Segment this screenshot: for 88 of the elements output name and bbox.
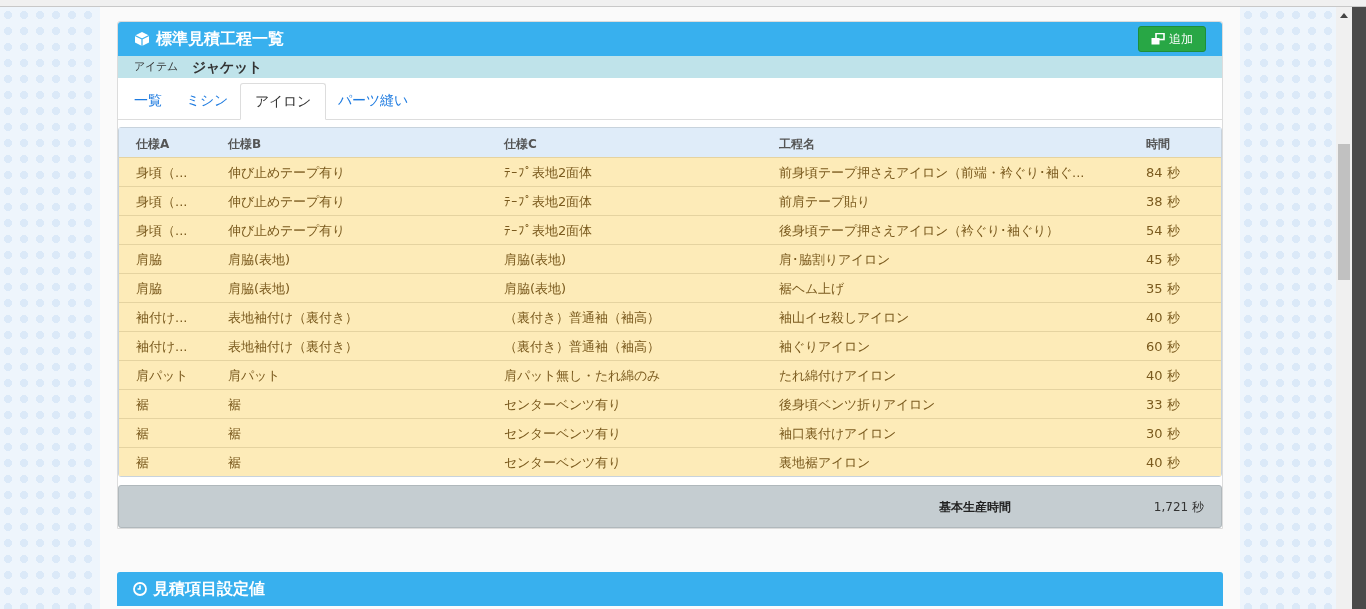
table-cell: 40 秒 [1146,455,1180,470]
table-cell: 伸び止めテープ有り [228,194,345,209]
item-label: アイテム [134,58,178,75]
table-cell: 袖山イセ殺しアイロン [779,310,909,325]
table-cell: センターベンツ有り [504,426,621,441]
table-row[interactable]: 肩脇 肩脇(表地) 肩脇(表地) 裾ヘム上げ 35 秒 [119,273,1221,302]
column-header: 工程名 [779,136,815,151]
table-row[interactable]: 裾 裾 センターベンツ有り 袖口裏付けアイロン 30 秒 [119,418,1221,447]
table-cell: 袖付け... [136,310,188,325]
column-header: 仕様C [504,136,537,151]
column-header: 時間 [1146,136,1170,151]
table-cell: 45 秒 [1146,252,1180,267]
table-row[interactable]: 裾 裾 センターベンツ有り 裏地裾アイロン 40 秒 [119,447,1221,476]
table-cell: 30 秒 [1146,426,1180,441]
table-cell: （裏付き）普通袖（袖高） [504,310,660,325]
table-cell: 後身頃テープ押さえアイロン（衿ぐり･袖ぐり） [779,223,1059,238]
table-cell: 40 秒 [1146,368,1180,383]
table-row[interactable]: 肩脇 肩脇(表地) 肩脇(表地) 肩･脇割りアイロン 45 秒 [119,244,1221,273]
table-cell: センターベンツ有り [504,397,621,412]
table-cell: 裾 [228,455,241,470]
table-cell: 身頃（... [136,165,188,180]
table-cell: ﾃｰﾌﾟ表地2面体 [504,223,593,238]
table-cell: たれ綿付けアイロン [779,368,896,383]
table-cell: ﾃｰﾌﾟ表地2面体 [504,194,593,209]
table-cell: 裾 [228,426,241,441]
table-cell: 肩脇 [136,281,162,296]
table-cell: 33 秒 [1146,397,1180,412]
table-cell: ﾃｰﾌﾟ表地2面体 [504,165,593,180]
table-cell: 84 秒 [1146,165,1180,180]
table-cell: 裾 [228,397,241,412]
table-cell: 肩脇(表地) [228,252,291,267]
column-header: 仕様B [228,136,262,151]
table-cell: 肩パット無し・たれ綿のみ [504,368,660,383]
scroll-thumb[interactable] [1338,144,1350,280]
table-row[interactable]: 身頃（... 伸び止めテープ有り ﾃｰﾌﾟ表地2面体 前身頃テープ押さえアイロン（前端・衿ぐり･袖ぐ... 84 秒 [119,157,1221,186]
table-cell: 肩脇(表地) [504,252,567,267]
table-cell: 身頃（... [136,194,188,209]
table-cell: センターベンツ有り [504,455,621,470]
scrollbar[interactable] [1336,7,1352,609]
table-cell: 35 秒 [1146,281,1180,296]
table-cell: 伸び止めテープ有り [228,165,345,180]
tab[interactable]: 一覧 [122,82,174,119]
tab[interactable]: アイロン [240,83,326,120]
table-row[interactable]: 肩パット 肩パット 肩パット無し・たれ綿のみ たれ綿付けアイロン 40 秒 [119,360,1221,389]
table-cell: 袖口裏付けアイロン [779,426,896,441]
table-cell: 肩パット [228,368,280,383]
table-cell: 前肩テープ貼り [779,194,870,209]
cube-icon [134,31,150,47]
table-cell: 裏地裾アイロン [779,455,870,470]
tab[interactable]: パーツ縫い [326,82,420,119]
table-cell: 前身頃テープ押さえアイロン（前端・衿ぐり･袖ぐ... [779,165,1085,180]
total-value: 1,721 秒 [1153,498,1204,516]
table-cell: 裾 [136,426,149,441]
table-cell: 40 秒 [1146,310,1180,325]
table-cell: 肩パット [136,368,188,383]
table-cell: 肩脇(表地) [228,281,291,296]
table-cell: 54 秒 [1146,223,1180,238]
table-cell: 袖付け... [136,339,188,354]
table-cell: 伸び止めテープ有り [228,223,345,238]
table-cell: 裾 [136,397,149,412]
add-button[interactable]: 追加 [1138,26,1206,52]
table-row[interactable]: 袖付け... 表地袖付け（裏付き） （裏付き）普通袖（袖高） 袖山イセ殺しアイロン 40 秒 [119,302,1221,331]
table-cell: 肩脇 [136,252,162,267]
table-cell: 袖ぐりアイロン [779,339,870,354]
table-cell: 裾ヘム上げ [779,281,844,296]
panel-title: 見積項目設定値 [153,578,265,600]
panel-title: 標準見積工程一覧 [156,28,284,50]
table-cell: 38 秒 [1146,194,1180,209]
copy-icon [1151,33,1165,45]
table-cell: 肩脇(表地) [504,281,567,296]
table-cell: 身頃（... [136,223,188,238]
total-label: 基本生産時間 [939,498,1011,516]
table-row[interactable]: 裾 裾 センターベンツ有り 後身頃ベンツ折りアイロン 33 秒 [119,389,1221,418]
column-header: 仕様A [136,136,170,151]
tab[interactable]: ミシン [174,82,240,119]
table-cell: 表地袖付け（裏付き） [228,339,358,354]
clock-icon [133,582,147,596]
table-cell: 裾 [136,455,149,470]
table-row[interactable]: 袖付け... 表地袖付け（裏付き） （裏付き）普通袖（袖高） 袖ぐりアイロン 60 秒 [119,331,1221,360]
item-value: ジャケット [192,57,262,77]
table-cell: 後身頃ベンツ折りアイロン [779,397,935,412]
table-cell: 表地袖付け（裏付き） [228,310,358,325]
table-cell: 肩･脇割りアイロン [779,252,890,267]
table-cell: 60 秒 [1146,339,1180,354]
table-row[interactable]: 身頃（... 伸び止めテープ有り ﾃｰﾌﾟ表地2面体 後身頃テープ押さえアイロン（衿ぐり･袖ぐり） 54 秒 [119,215,1221,244]
table-cell: （裏付き）普通袖（袖高） [504,339,660,354]
scroll-up-icon[interactable] [1340,13,1348,18]
table-row[interactable]: 身頃（... 伸び止めテープ有り ﾃｰﾌﾟ表地2面体 前肩テープ貼り 38 秒 [119,186,1221,215]
